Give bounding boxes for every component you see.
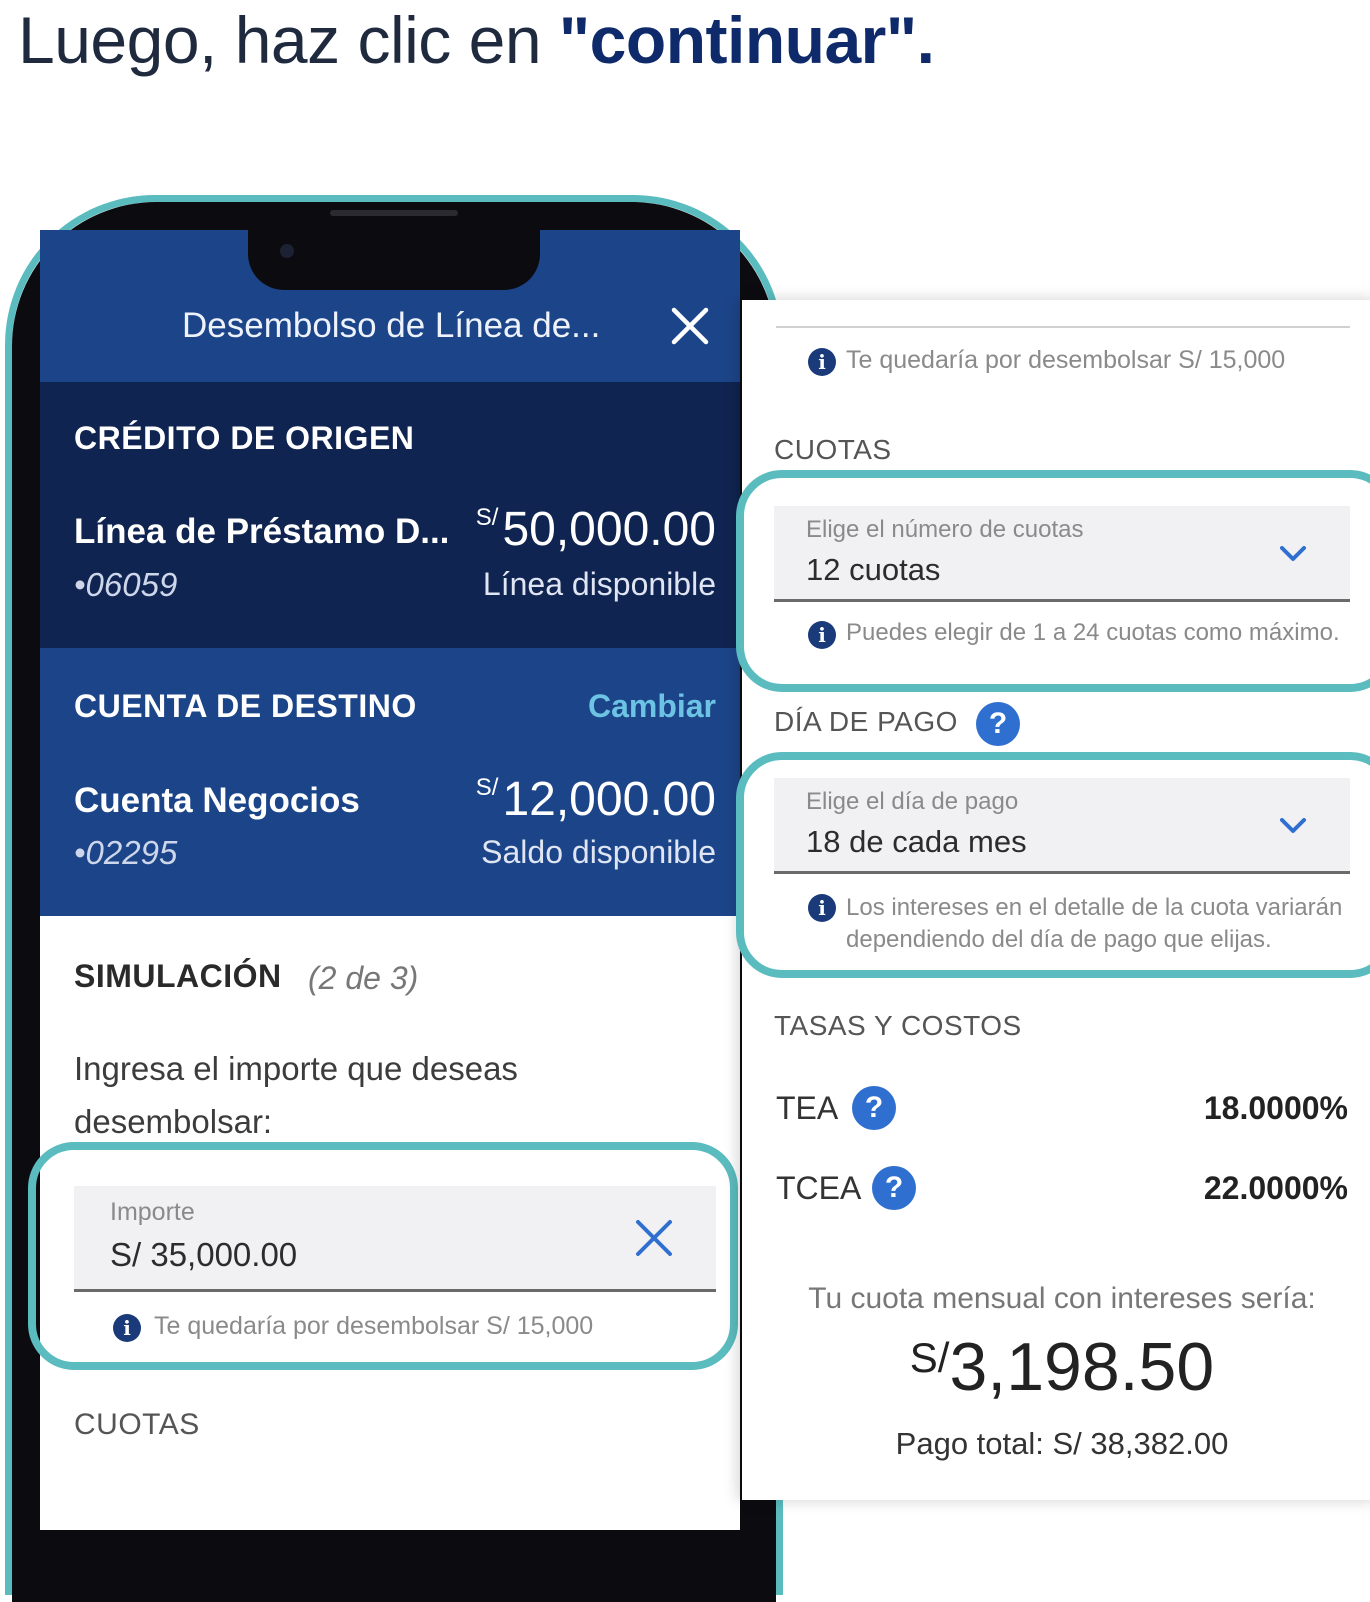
headline-emphasis: "continuar". bbox=[558, 3, 935, 77]
origin-amount-caption: Línea disponible bbox=[482, 566, 716, 602]
tcea-value: 22.0000% bbox=[1203, 1170, 1348, 1206]
amount-highlight bbox=[28, 1142, 738, 1370]
amount-prompt-line2: desembolsar: bbox=[74, 1103, 273, 1140]
tea-help-icon[interactable]: ? bbox=[852, 1086, 896, 1130]
origin-currency: S/ bbox=[475, 504, 499, 531]
simulation-title: SIMULACIÓN bbox=[74, 958, 282, 994]
instruction-headline: Luego, haz clic en "continuar". bbox=[18, 0, 935, 80]
destination-amount-value: 12,000.00 bbox=[502, 773, 716, 826]
destination-account-name: Cuenta Negocios bbox=[74, 781, 360, 820]
tcea-label: TCEA bbox=[776, 1170, 862, 1206]
origin-account-number: •06059 bbox=[74, 566, 178, 603]
headline-prefix: Luego, haz clic en bbox=[18, 3, 559, 77]
info-icon: i bbox=[808, 348, 836, 376]
cuotas-heading-left: CUOTAS bbox=[74, 1408, 200, 1441]
phone-speaker bbox=[330, 210, 458, 216]
simulation-step: (2 de 3) bbox=[308, 960, 419, 996]
page-title: Desembolso de Línea de... bbox=[182, 306, 601, 345]
tcea-help-icon[interactable]: ? bbox=[872, 1166, 916, 1210]
destination-amount-caption: Saldo disponible bbox=[481, 834, 716, 870]
destination-amount: S/12,000.00 bbox=[476, 772, 716, 827]
destination-section-title: CUENTA DE DESTINO bbox=[74, 688, 417, 724]
tasas-costos-heading: TASAS Y COSTOS bbox=[774, 1010, 1022, 1041]
monthly-amount: S/3,198.50 bbox=[742, 1328, 1370, 1406]
origin-amount-value: 50,000.00 bbox=[502, 503, 716, 556]
cuotas-highlight bbox=[736, 470, 1370, 692]
tea-value: 18.0000% bbox=[1203, 1090, 1348, 1126]
divider bbox=[776, 326, 1350, 328]
tea-label: TEA bbox=[776, 1090, 839, 1126]
monthly-currency: S/ bbox=[909, 1334, 950, 1381]
dia-pago-heading: DÍA DE PAGO bbox=[774, 706, 958, 737]
destination-currency: S/ bbox=[475, 774, 499, 801]
origin-amount: S/50,000.00 bbox=[476, 502, 716, 557]
monthly-amount-value: 3,198.50 bbox=[949, 1329, 1215, 1405]
destination-account-number: •02295 bbox=[74, 834, 178, 871]
close-icon bbox=[671, 307, 709, 345]
total-payment: Pago total: S/ 38,382.00 bbox=[895, 1426, 1229, 1461]
dia-pago-highlight bbox=[736, 752, 1370, 978]
close-button[interactable] bbox=[668, 304, 712, 348]
amount-prompt-line1: Ingresa el importe que deseas bbox=[74, 1050, 518, 1087]
remaining-hint: Te quedaría por desembolsar S/ 15,000 bbox=[846, 346, 1286, 374]
dia-pago-help-icon[interactable]: ? bbox=[976, 702, 1020, 746]
origin-account-name: Línea de Préstamo D... bbox=[74, 512, 450, 551]
amount-prompt: Ingresa el importe que deseas desembolsa… bbox=[74, 1042, 518, 1148]
phone-camera bbox=[280, 244, 294, 258]
monthly-caption: Tu cuota mensual con intereses sería: bbox=[808, 1282, 1316, 1315]
change-destination-link[interactable]: Cambiar bbox=[588, 688, 716, 725]
origin-section-title: CRÉDITO DE ORIGEN bbox=[74, 420, 415, 456]
cuotas-heading: CUOTAS bbox=[774, 434, 892, 465]
